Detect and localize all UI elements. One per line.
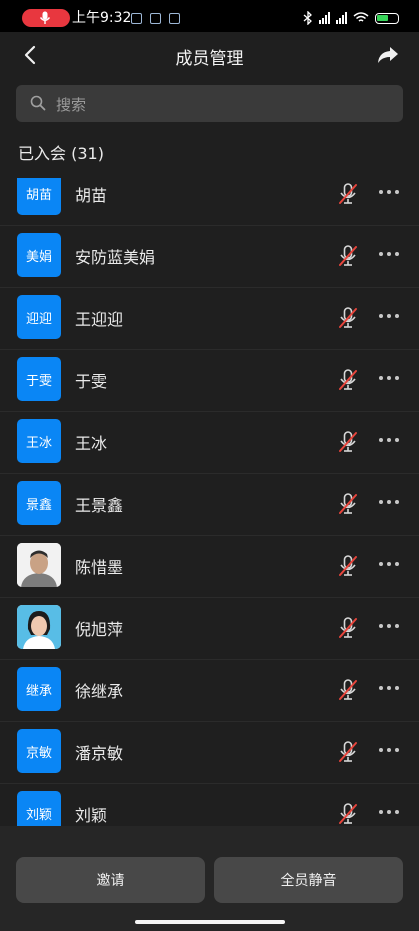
- more-options-icon[interactable]: [379, 190, 401, 196]
- signal-icon: [336, 12, 347, 24]
- status-bar: 上午9:32: [0, 0, 419, 32]
- mic-muted-icon[interactable]: [337, 182, 359, 206]
- avatar-initials: 继承: [25, 683, 52, 699]
- member-row[interactable]: 美娟 安防蓝美娟: [0, 226, 419, 288]
- member-name: 王迎迎: [75, 310, 124, 329]
- avatar[interactable]: [17, 543, 61, 587]
- avatar[interactable]: [17, 605, 61, 649]
- more-options-icon[interactable]: [379, 748, 401, 754]
- avatar-initials: 京敏: [25, 745, 52, 761]
- member-row[interactable]: 刘颖 刘颖: [0, 784, 419, 826]
- avatar[interactable]: 刘颖: [17, 791, 61, 826]
- member-row[interactable]: 陈惜墨: [0, 536, 419, 598]
- mic-muted-icon[interactable]: [337, 244, 359, 268]
- avatar-initials: 于雯: [25, 373, 52, 389]
- avatar-initials: 景鑫: [25, 497, 52, 513]
- more-options-icon[interactable]: [379, 500, 401, 506]
- member-name: 陈惜墨: [75, 558, 124, 577]
- member-row[interactable]: 京敏 潘京敏: [0, 722, 419, 784]
- more-options-icon[interactable]: [379, 252, 401, 258]
- member-name: 倪旭萍: [75, 620, 124, 639]
- joined-count-label: 已入会 (31): [18, 144, 104, 163]
- notification-icon: [150, 13, 161, 24]
- avatar[interactable]: 美娟: [17, 233, 61, 277]
- avatar-initials: 刘颖: [25, 807, 52, 823]
- nav-header: 成员管理: [0, 32, 419, 78]
- member-name: 王冰: [75, 434, 108, 453]
- more-options-icon[interactable]: [379, 314, 401, 320]
- avatar-initials: 迎迎: [25, 311, 52, 327]
- member-row[interactable]: 胡苗 胡苗: [0, 178, 419, 226]
- member-row[interactable]: 继承 徐继承: [0, 660, 419, 722]
- member-name: 安防蓝美娟: [75, 248, 156, 267]
- share-icon[interactable]: [377, 45, 399, 65]
- mic-muted-icon[interactable]: [337, 492, 359, 516]
- microphone-icon: [39, 11, 51, 24]
- avatar-photo: [17, 605, 61, 649]
- member-name: 胡苗: [75, 186, 108, 205]
- mic-muted-icon[interactable]: [337, 802, 359, 826]
- mic-muted-icon[interactable]: [337, 368, 359, 392]
- signal-icon: [319, 12, 330, 24]
- avatar[interactable]: 京敏: [17, 729, 61, 773]
- member-list[interactable]: 胡苗 胡苗 美娟 安防蓝美娟 迎迎 王迎迎 于雯 于雯 王冰 王冰 景鑫 王景鑫…: [0, 178, 419, 826]
- bluetooth-icon: [303, 11, 312, 25]
- more-options-icon[interactable]: [379, 624, 401, 630]
- more-options-icon[interactable]: [379, 438, 401, 444]
- member-row[interactable]: 迎迎 王迎迎: [0, 288, 419, 350]
- more-options-icon[interactable]: [379, 810, 401, 816]
- mic-muted-icon[interactable]: [337, 678, 359, 702]
- search-icon: [30, 95, 46, 111]
- mic-muted-icon[interactable]: [337, 306, 359, 330]
- mic-muted-icon[interactable]: [337, 616, 359, 640]
- member-row[interactable]: 倪旭萍: [0, 598, 419, 660]
- search-input[interactable]: [54, 85, 388, 124]
- more-options-icon[interactable]: [379, 686, 401, 692]
- member-name: 于雯: [75, 372, 108, 391]
- wifi-icon: [353, 12, 369, 22]
- avatar-initials: 美娟: [25, 249, 52, 265]
- mic-muted-icon[interactable]: [337, 740, 359, 764]
- avatar[interactable]: 继承: [17, 667, 61, 711]
- mute-all-button[interactable]: 全员静音: [214, 857, 403, 903]
- more-options-icon[interactable]: [379, 562, 401, 568]
- recording-indicator[interactable]: [22, 9, 70, 27]
- member-name: 徐继承: [75, 682, 124, 701]
- avatar[interactable]: 迎迎: [17, 295, 61, 339]
- member-name: 王景鑫: [75, 496, 124, 515]
- battery-icon: [375, 12, 399, 24]
- invite-button[interactable]: 邀请: [16, 857, 205, 903]
- notification-icon: [169, 13, 180, 24]
- member-row[interactable]: 景鑫 王景鑫: [0, 474, 419, 536]
- page-title: 成员管理: [175, 49, 244, 69]
- status-time: 上午9:32: [72, 10, 132, 26]
- search-bar[interactable]: [16, 85, 403, 124]
- bottom-action-bar: 邀请 全员静音: [0, 826, 419, 931]
- member-row[interactable]: 王冰 王冰: [0, 412, 419, 474]
- avatar[interactable]: 景鑫: [17, 481, 61, 525]
- avatar[interactable]: 胡苗: [17, 178, 61, 215]
- member-name: 潘京敏: [75, 744, 124, 763]
- member-row[interactable]: 于雯 于雯: [0, 350, 419, 412]
- avatar-initials: 王冰: [25, 435, 52, 451]
- home-indicator[interactable]: [135, 920, 285, 924]
- member-name: 刘颖: [75, 806, 108, 825]
- mic-muted-icon[interactable]: [337, 554, 359, 578]
- avatar[interactable]: 王冰: [17, 419, 61, 463]
- more-options-icon[interactable]: [379, 376, 401, 382]
- avatar-initials: 胡苗: [25, 187, 52, 203]
- mic-muted-icon[interactable]: [337, 430, 359, 454]
- avatar[interactable]: 于雯: [17, 357, 61, 401]
- avatar-photo: [17, 543, 61, 587]
- notification-icon: [131, 13, 142, 24]
